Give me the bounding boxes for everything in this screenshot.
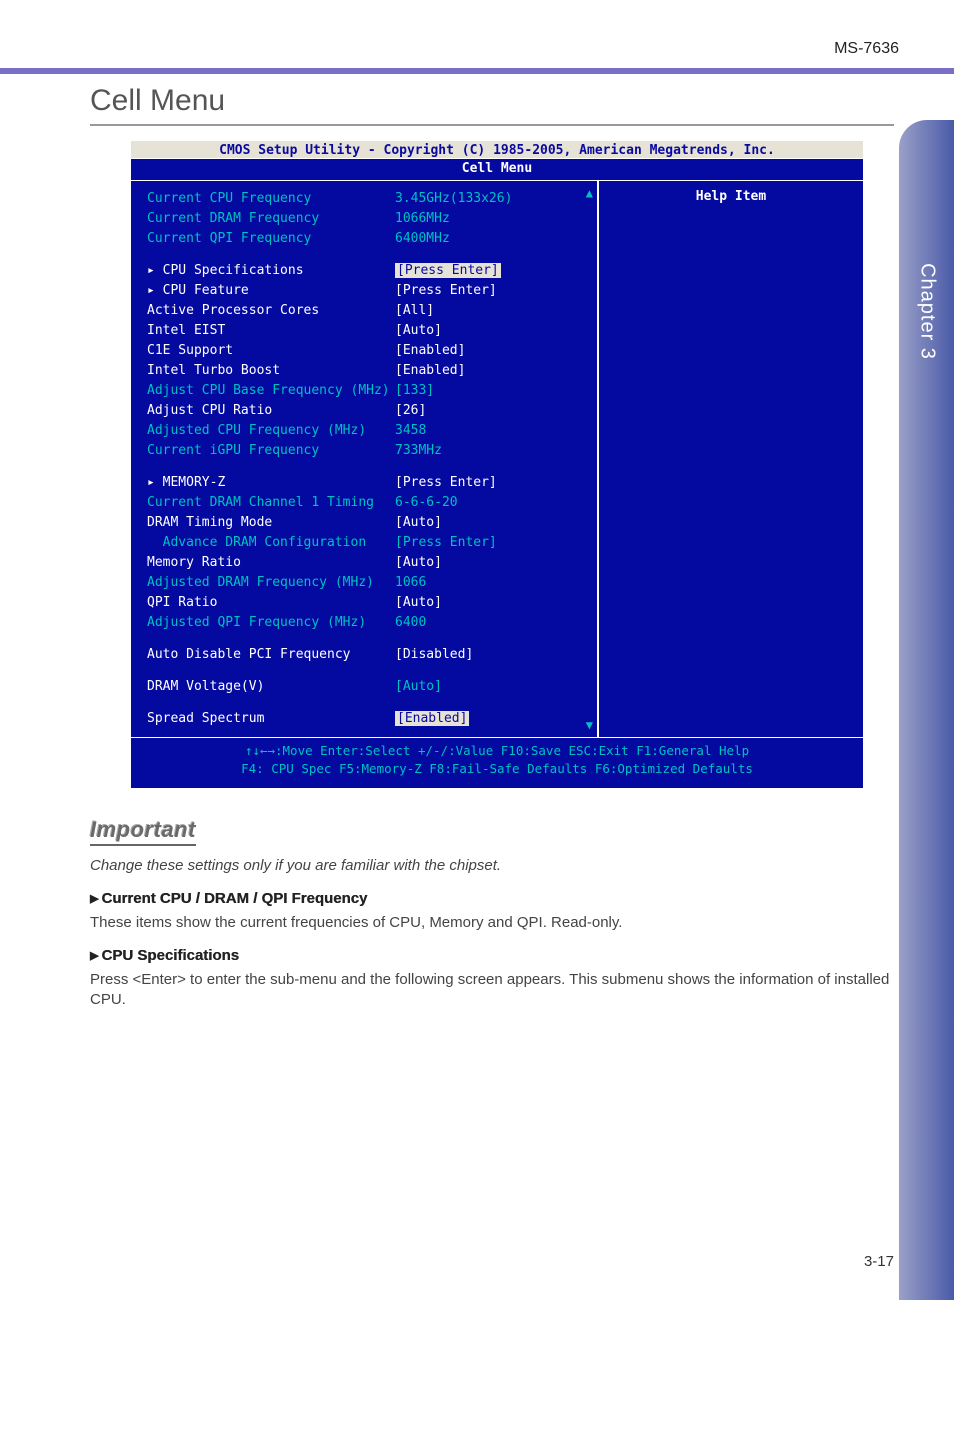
triangle-icon: ▶ <box>90 950 98 962</box>
chapter-side-tab-label: Chapter 3 <box>915 263 938 360</box>
row-memory-ratio[interactable]: Memory Ratio[Auto] <box>147 553 587 573</box>
row-current-dram-freq[interactable]: Current DRAM Frequency1066MHz <box>147 209 587 229</box>
item-current-freq-body: These items show the current frequencies… <box>90 913 894 933</box>
page-number: 3-17 <box>864 1253 894 1270</box>
bios-footer: ↑↓←→:Move Enter:Select +/-/:Value F10:Sa… <box>131 738 863 788</box>
bios-footer-line1: ↑↓←→:Move Enter:Select +/-/:Value F10:Sa… <box>131 742 863 760</box>
row-spread-spectrum[interactable]: Spread Spectrum[Enabled] <box>147 709 587 729</box>
triangle-icon: ▶ <box>90 893 98 905</box>
item-cpu-spec-head: ▶CPU Specifications <box>90 947 894 964</box>
header-rule <box>0 68 954 74</box>
item-current-freq-head: ▶Current CPU / DRAM / QPI Frequency <box>90 890 894 907</box>
row-adjusted-qpi-freq[interactable]: Adjusted QPI Frequency (MHz)6400 <box>147 613 587 633</box>
important-body: Change these settings only if you are fa… <box>90 856 894 876</box>
bios-footer-line2: F4: CPU Spec F5:Memory-Z F8:Fail-Safe De… <box>131 760 863 778</box>
item-cpu-spec-body: Press <Enter> to enter the sub-menu and … <box>90 970 894 1010</box>
bios-help-pane: Help Item <box>597 181 863 737</box>
scroll-down-icon[interactable]: ▼ <box>586 719 593 731</box>
row-cpu-specifications[interactable]: ▸ CPU Specifications[Press Enter] <box>147 261 587 281</box>
row-current-igpu-freq[interactable]: Current iGPU Frequency733MHz <box>147 441 587 461</box>
row-cpu-feature[interactable]: ▸ CPU Feature[Press Enter] <box>147 281 587 301</box>
row-intel-turbo-boost[interactable]: Intel Turbo Boost[Enabled] <box>147 361 587 381</box>
section-title: Cell Menu <box>90 84 894 126</box>
row-dram-timing-mode[interactable]: DRAM Timing Mode[Auto] <box>147 513 587 533</box>
row-qpi-ratio[interactable]: QPI Ratio[Auto] <box>147 593 587 613</box>
row-adjusted-cpu-freq[interactable]: Adjusted CPU Frequency (MHz)3458 <box>147 421 587 441</box>
row-current-cpu-freq[interactable]: Current CPU Frequency3.45GHz(133x26) <box>147 189 587 209</box>
important-heading: Important <box>90 817 196 846</box>
row-current-dram-timing[interactable]: Current DRAM Channel 1 Timing6-6-6-20 <box>147 493 587 513</box>
row-dram-voltage[interactable]: DRAM Voltage(V)[Auto] <box>147 677 587 697</box>
row-intel-eist[interactable]: Intel EIST[Auto] <box>147 321 587 341</box>
bios-window: CMOS Setup Utility - Copyright (C) 1985-… <box>130 140 864 789</box>
model-number: MS-7636 <box>0 40 899 58</box>
bios-left-pane: ▲ ▼ Current CPU Frequency3.45GHz(133x26)… <box>131 181 597 737</box>
row-active-processor-cores[interactable]: Active Processor Cores[All] <box>147 301 587 321</box>
row-advance-dram-config[interactable]: Advance DRAM Configuration[Press Enter] <box>147 533 587 553</box>
scroll-up-icon[interactable]: ▲ <box>586 187 593 199</box>
bios-help-header: Help Item <box>609 189 853 204</box>
chapter-side-tab: Chapter 3 <box>899 120 954 1300</box>
row-adjust-cpu-ratio[interactable]: Adjust CPU Ratio[26] <box>147 401 587 421</box>
bios-title-bar: CMOS Setup Utility - Copyright (C) 1985-… <box>131 141 863 158</box>
row-auto-disable-pci-freq[interactable]: Auto Disable PCI Frequency[Disabled] <box>147 645 587 665</box>
row-c1e-support[interactable]: C1E Support[Enabled] <box>147 341 587 361</box>
row-current-qpi-freq[interactable]: Current QPI Frequency6400MHz <box>147 229 587 249</box>
row-memory-z[interactable]: ▸ MEMORY-Z[Press Enter] <box>147 473 587 493</box>
row-adjusted-dram-freq[interactable]: Adjusted DRAM Frequency (MHz)1066 <box>147 573 587 593</box>
bios-menu-name: Cell Menu <box>131 158 863 180</box>
row-adjust-cpu-base-freq[interactable]: Adjust CPU Base Frequency (MHz)[133] <box>147 381 587 401</box>
